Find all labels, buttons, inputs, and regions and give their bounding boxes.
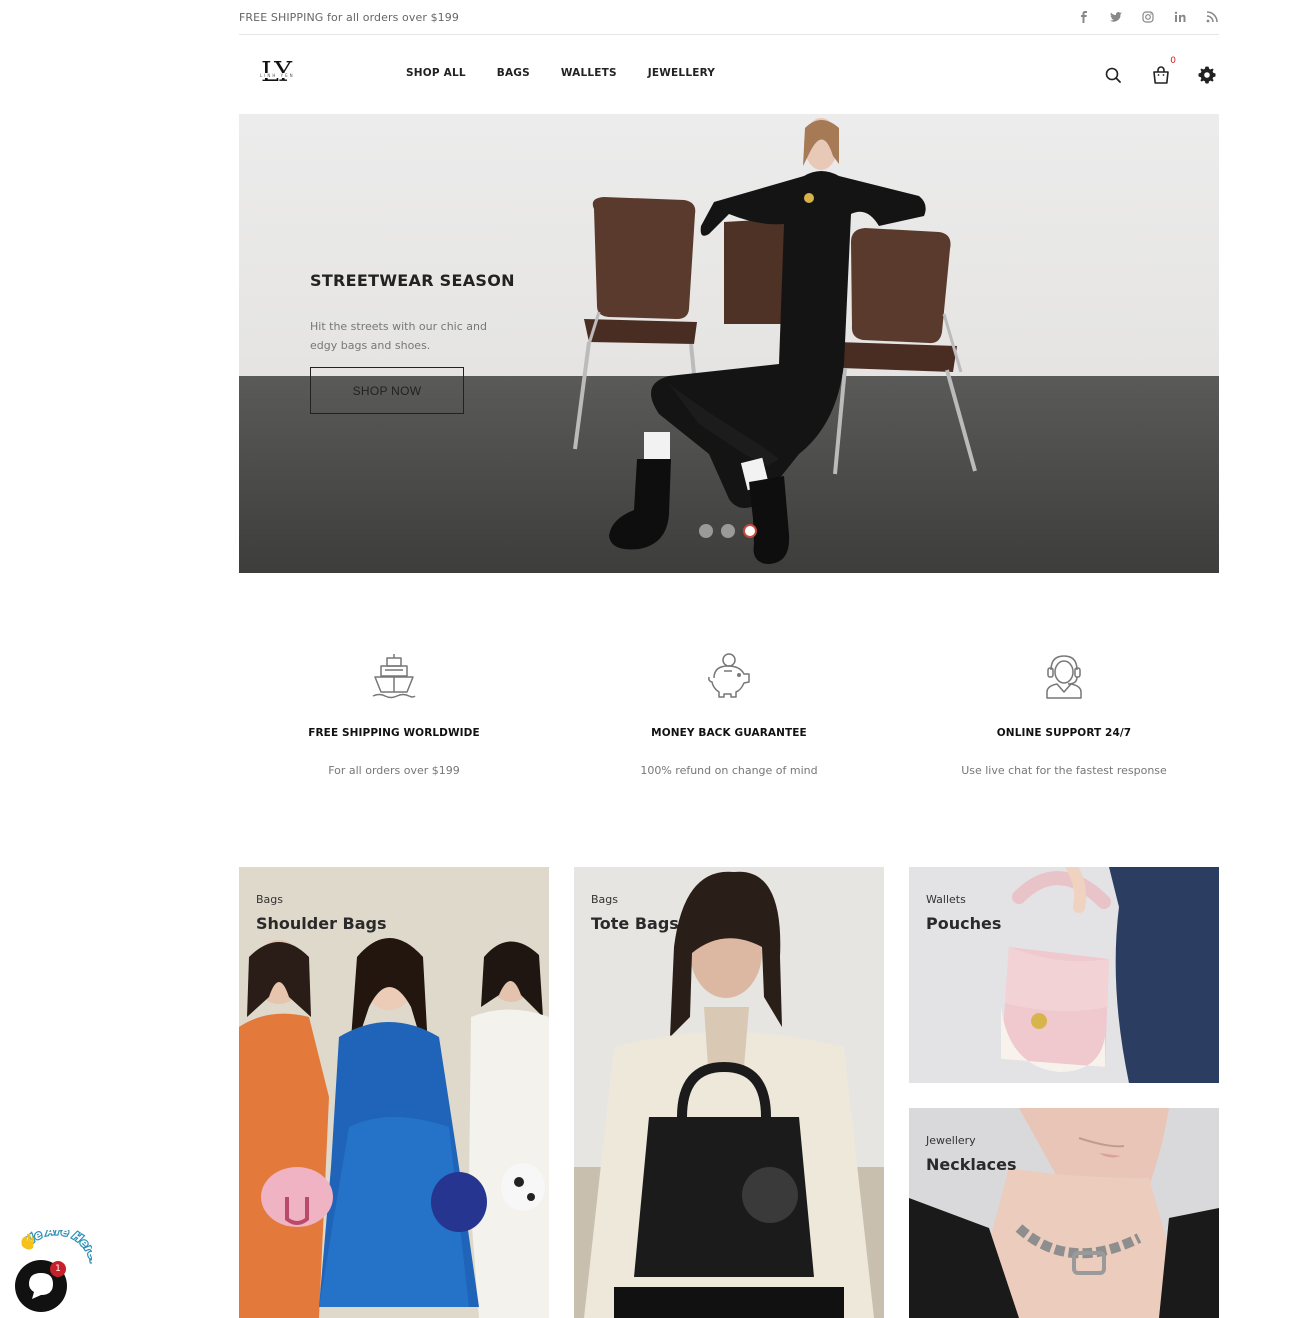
rss-icon[interactable]	[1205, 10, 1219, 24]
support-agent-icon	[1046, 655, 1082, 699]
nav-bags[interactable]: BAGS	[497, 67, 530, 79]
slide-dot-3[interactable]	[743, 524, 757, 538]
nav-wallets[interactable]: WALLETS	[561, 67, 617, 79]
feature-title: ONLINE SUPPORT 24/7	[996, 727, 1132, 739]
category-card-tote-bags[interactable]: Bags Tote Bags	[574, 867, 884, 1318]
feature-free-shipping: FREE SHIPPING WORLDWIDE For all orders o…	[239, 650, 549, 777]
twitter-icon[interactable]	[1109, 10, 1123, 24]
logo-wordmark: LINH YEN	[259, 73, 296, 78]
slide-dot-2[interactable]	[721, 524, 735, 538]
card-category: Bags	[256, 893, 284, 906]
top-bar: FREE SHIPPING for all orders over $199	[239, 0, 1219, 35]
header-actions: 0	[1101, 56, 1219, 87]
cart-count-badge: 0	[1170, 56, 1176, 66]
card-title: Necklaces	[926, 1155, 1017, 1174]
main-nav: SHOP ALL BAGS WALLETS JEWELLERY	[406, 67, 746, 79]
card-category: Wallets	[926, 893, 966, 906]
nav-jewellery[interactable]: JEWELLERY	[648, 67, 715, 79]
features-row: FREE SHIPPING WORLDWIDE For all orders o…	[239, 650, 1219, 790]
facebook-icon[interactable]	[1077, 10, 1091, 24]
card-title: Pouches	[926, 914, 1002, 933]
category-card-pouches[interactable]: Wallets Pouches	[909, 867, 1219, 1083]
hero-slider: STREETWEAR SEASON Hit the streets with o…	[239, 114, 1219, 573]
feature-title: MONEY BACK GUARANTEE	[651, 727, 807, 739]
card-title: Tote Bags	[591, 914, 679, 933]
search-icon[interactable]	[1101, 63, 1125, 87]
feature-online-support: ONLINE SUPPORT 24/7 Use live chat for th…	[909, 650, 1219, 777]
social-links	[1077, 10, 1219, 24]
nav-shop-all[interactable]: SHOP ALL	[406, 67, 466, 79]
feature-text: 100% refund on change of mind	[640, 764, 818, 777]
piggy-bank-icon	[708, 653, 750, 698]
linkedin-icon[interactable]	[1173, 10, 1187, 24]
feature-text: Use live chat for the fastest response	[961, 764, 1167, 777]
cart-icon[interactable]: 0	[1149, 56, 1176, 87]
card-title: Shoulder Bags	[256, 914, 387, 933]
tote-bags-image	[574, 867, 884, 1318]
feature-text: For all orders over $199	[328, 764, 460, 777]
instagram-icon[interactable]	[1141, 10, 1155, 24]
chat-unread-badge: 1	[50, 1261, 66, 1277]
feature-title: FREE SHIPPING WORLDWIDE	[308, 727, 480, 739]
hero-description: Hit the streets with our chic and edgy b…	[310, 320, 487, 352]
free-shipping-promo: FREE SHIPPING for all orders over $199	[239, 10, 459, 24]
shoulder-bags-image	[239, 867, 549, 1318]
card-category: Jewellery	[926, 1134, 976, 1147]
slider-pagination	[699, 524, 757, 538]
shop-now-button[interactable]: SHOP NOW	[310, 367, 464, 414]
feature-money-back: MONEY BACK GUARANTEE 100% refund on chan…	[574, 650, 884, 777]
brand-logo[interactable]: LY LINH YEN	[257, 57, 313, 91]
settings-gear-icon[interactable]	[1195, 63, 1219, 87]
card-category: Bags	[591, 893, 619, 906]
category-card-necklaces[interactable]: Jewellery Necklaces	[909, 1108, 1219, 1318]
ship-icon	[372, 654, 416, 699]
slide-dot-1[interactable]	[699, 524, 713, 538]
site-header: LY LINH YEN SHOP ALL BAGS WALLETS JEWELL…	[239, 35, 1219, 114]
category-card-shoulder-bags[interactable]: Bags Shoulder Bags	[239, 867, 549, 1318]
hero-title: STREETWEAR SEASON	[310, 271, 515, 290]
